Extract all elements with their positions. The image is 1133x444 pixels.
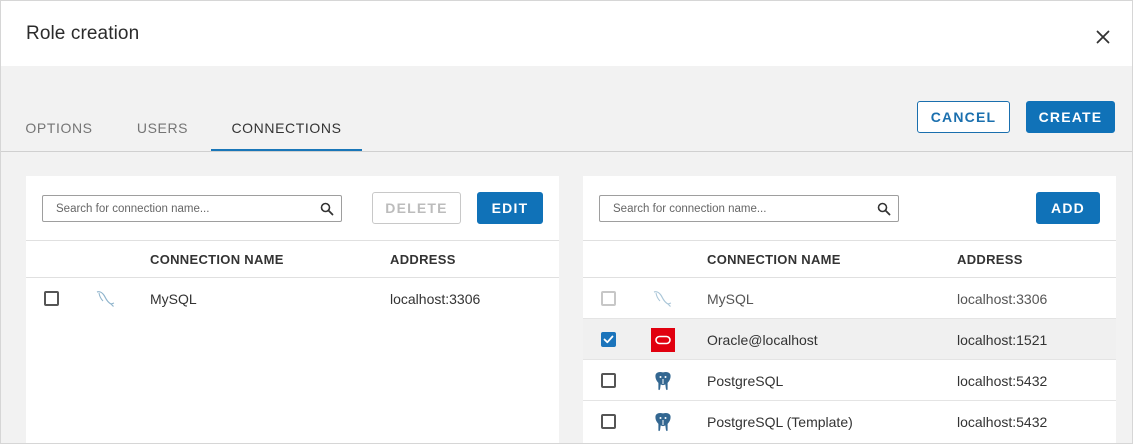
- create-button[interactable]: CREATE: [1026, 101, 1115, 133]
- column-connection-name: CONNECTION NAME: [150, 252, 284, 267]
- close-icon[interactable]: [1092, 26, 1114, 48]
- table-row[interactable]: PostgreSQL localhost:5432: [583, 360, 1116, 401]
- connection-address: localhost:5432: [957, 414, 1048, 430]
- row-checkbox[interactable]: [44, 291, 59, 306]
- connection-address: localhost:3306: [957, 291, 1048, 307]
- postgresql-icon: [654, 371, 672, 391]
- connection-name: MySQL: [707, 291, 754, 307]
- connection-address: localhost:5432: [957, 373, 1048, 389]
- search-icon: [877, 202, 891, 216]
- tab-options[interactable]: OPTIONS: [23, 120, 95, 152]
- row-checkbox[interactable]: [601, 373, 616, 388]
- check-icon: [603, 335, 614, 344]
- connection-address: localhost:3306: [390, 291, 481, 307]
- mysql-icon: [96, 291, 115, 307]
- role-creation-dialog: Role creation OPTIONS USERS CONNECTIONS …: [0, 0, 1133, 444]
- edit-button[interactable]: EDIT: [477, 192, 543, 224]
- dialog-header: Role creation: [1, 1, 1132, 66]
- dialog-title: Role creation: [26, 23, 140, 44]
- row-checkbox[interactable]: [601, 414, 616, 429]
- delete-button[interactable]: DELETE: [372, 192, 461, 224]
- column-address: ADDRESS: [957, 252, 1023, 267]
- connection-name: MySQL: [150, 291, 197, 307]
- tabs-divider: [1, 151, 1132, 152]
- row-checkbox[interactable]: [601, 291, 616, 306]
- connection-address: localhost:1521: [957, 332, 1048, 348]
- available-connections-panel: ADD CONNECTION NAME ADDRESS MySQL localh…: [583, 176, 1116, 443]
- right-search-box[interactable]: [599, 195, 899, 222]
- connection-name: Oracle@localhost: [707, 332, 818, 348]
- table-row[interactable]: PostgreSQL (Template) localhost:5432: [583, 401, 1116, 442]
- connection-name: PostgreSQL (Template): [707, 414, 853, 430]
- table-row[interactable]: MySQL localhost:3306: [26, 278, 559, 319]
- connection-name: PostgreSQL: [707, 373, 784, 389]
- mysql-icon: [653, 291, 672, 307]
- oracle-icon: [651, 328, 675, 352]
- tab-connections[interactable]: CONNECTIONS: [211, 120, 362, 152]
- column-connection-name: CONNECTION NAME: [707, 252, 841, 267]
- cancel-button[interactable]: CANCEL: [917, 101, 1010, 133]
- right-search-input[interactable]: [600, 196, 870, 221]
- tab-users[interactable]: USERS: [125, 120, 200, 152]
- left-search-box[interactable]: [42, 195, 342, 222]
- left-table-header: CONNECTION NAME ADDRESS: [26, 240, 559, 278]
- column-address: ADDRESS: [390, 252, 456, 267]
- row-checkbox[interactable]: [601, 332, 616, 347]
- left-search-input[interactable]: [43, 196, 313, 221]
- table-row[interactable]: Oracle@localhost localhost:1521: [583, 319, 1116, 360]
- search-icon: [320, 202, 334, 216]
- postgresql-icon: [654, 412, 672, 432]
- table-row[interactable]: MySQL localhost:3306: [583, 278, 1116, 319]
- right-table-header: CONNECTION NAME ADDRESS: [583, 240, 1116, 278]
- granted-connections-panel: DELETE EDIT CONNECTION NAME ADDRESS MySQ…: [26, 176, 559, 443]
- add-button[interactable]: ADD: [1036, 192, 1100, 224]
